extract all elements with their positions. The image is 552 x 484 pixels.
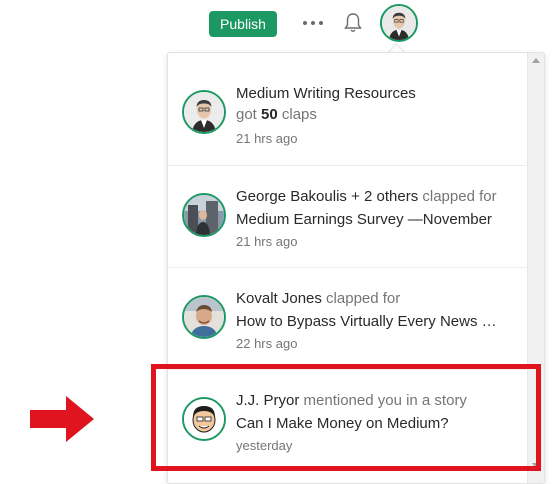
- avatar: [182, 90, 226, 134]
- avatar: [182, 193, 226, 237]
- avatar: [182, 295, 226, 339]
- user-avatar[interactable]: [380, 4, 418, 42]
- publish-button[interactable]: Publish: [209, 11, 277, 37]
- notification-item[interactable]: George Bakoulis + 2 others clapped for M…: [168, 166, 526, 268]
- notification-time: 21 hrs ago: [236, 234, 298, 249]
- notification-item[interactable]: Kovalt Jones clapped for How to Bypass V…: [168, 268, 526, 370]
- red-arrow-icon: [30, 396, 94, 442]
- bell-icon[interactable]: [343, 12, 363, 34]
- notification-time: 22 hrs ago: [236, 336, 298, 351]
- notification-time: 21 hrs ago: [236, 131, 298, 146]
- notification-action: got 50 claps: [236, 106, 317, 123]
- notification-headline: Kovalt Jones clapped for: [236, 290, 401, 307]
- notification-story-title: Medium Earnings Survey —November: [236, 211, 492, 228]
- notification-item[interactable]: Medium Writing Resources got 50 claps 21…: [168, 64, 526, 166]
- notification-story-title: How to Bypass Virtually Every News Paywa…: [236, 313, 506, 330]
- notification-actor: Medium Writing Resources: [236, 85, 416, 102]
- notification-headline: George Bakoulis + 2 others clapped for: [236, 188, 497, 205]
- more-dots-icon[interactable]: [303, 16, 323, 30]
- scroll-up-arrow-icon[interactable]: [532, 58, 540, 63]
- highlight-box: [151, 364, 541, 471]
